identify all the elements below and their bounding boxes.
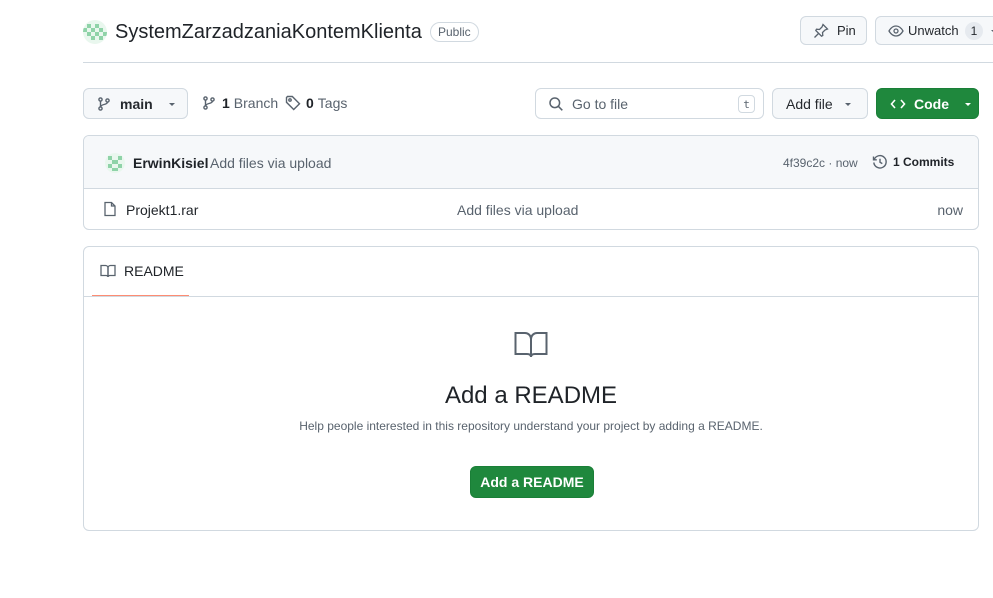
add-file-button[interactable]: Add file <box>772 88 868 119</box>
author-avatar[interactable] <box>105 153 125 173</box>
git-branch-icon <box>98 96 110 111</box>
code-button[interactable]: Code <box>876 88 979 119</box>
tag-icon <box>285 95 301 111</box>
file-icon <box>104 201 116 217</box>
add-file-label: Add file <box>786 95 833 112</box>
tab-readme[interactable]: README <box>92 247 189 297</box>
unwatch-button[interactable]: Unwatch 1 <box>875 16 993 45</box>
tags-link[interactable]: 0 Tags <box>285 95 347 111</box>
file-commit-time: now <box>937 202 963 218</box>
caret-down-icon <box>168 102 175 106</box>
book-icon <box>100 264 116 278</box>
tag-count: 0 <box>306 95 314 111</box>
add-readme-button[interactable]: Add a README <box>470 466 594 498</box>
search-input[interactable] <box>572 95 732 112</box>
eye-icon <box>888 24 904 37</box>
caret-down-icon <box>991 29 993 32</box>
readme-tab-label: README <box>124 263 184 279</box>
repo-avatar-icon <box>83 20 107 44</box>
commit-author[interactable]: ErwinKisiel <box>133 155 208 171</box>
git-branch-icon <box>203 96 215 110</box>
file-commit-message[interactable]: Add files via upload <box>457 202 578 218</box>
branches-link[interactable]: 1 Branch <box>201 95 278 111</box>
readme-divider <box>84 296 978 297</box>
commit-message[interactable]: Add files via upload <box>210 155 331 171</box>
search-icon <box>549 96 563 111</box>
repo-title[interactable]: SystemZarzadzaniaKontemKlienta <box>115 19 422 45</box>
file-name[interactable]: Projekt1.rar <box>126 202 198 218</box>
file-browser: ErwinKisiel Add files via upload 4f39c2c… <box>83 135 979 230</box>
latest-commit-bar: ErwinKisiel Add files via upload 4f39c2c… <box>84 136 978 189</box>
readme-panel: README Add a README Help people interest… <box>83 246 979 531</box>
empty-readme-description: Help people interested in this repositor… <box>299 419 763 433</box>
history-icon <box>872 154 887 169</box>
file-row[interactable]: Projekt1.rar Add files via upload now <box>84 189 978 229</box>
visibility-badge: Public <box>430 22 479 42</box>
pin-label: Pin <box>837 23 856 38</box>
commit-hash-time[interactable]: 4f39c2c · now <box>783 156 858 170</box>
pin-icon <box>814 22 829 38</box>
branch-name: main <box>120 95 153 112</box>
empty-readme-title: Add a README <box>444 382 618 409</box>
tag-label: Tags <box>317 95 348 111</box>
commits-link[interactable]: 1 Commits <box>872 154 954 170</box>
code-icon <box>890 98 906 109</box>
go-to-file-search[interactable]: t <box>535 88 764 119</box>
pin-button[interactable]: Pin <box>800 16 867 45</box>
header-divider <box>83 62 993 63</box>
commits-label: 1 Commits <box>893 155 955 169</box>
branch-selector[interactable]: main <box>83 88 188 119</box>
branch-count: 1 <box>222 95 230 111</box>
code-label: Code <box>914 95 949 112</box>
caret-down-icon <box>965 102 971 106</box>
search-shortcut-key: t <box>738 95 755 113</box>
book-icon <box>514 332 548 358</box>
watch-count: 1 <box>964 21 984 40</box>
caret-down-icon <box>844 102 851 106</box>
branch-label: Branch <box>233 95 279 111</box>
unwatch-label: Unwatch <box>908 23 959 38</box>
